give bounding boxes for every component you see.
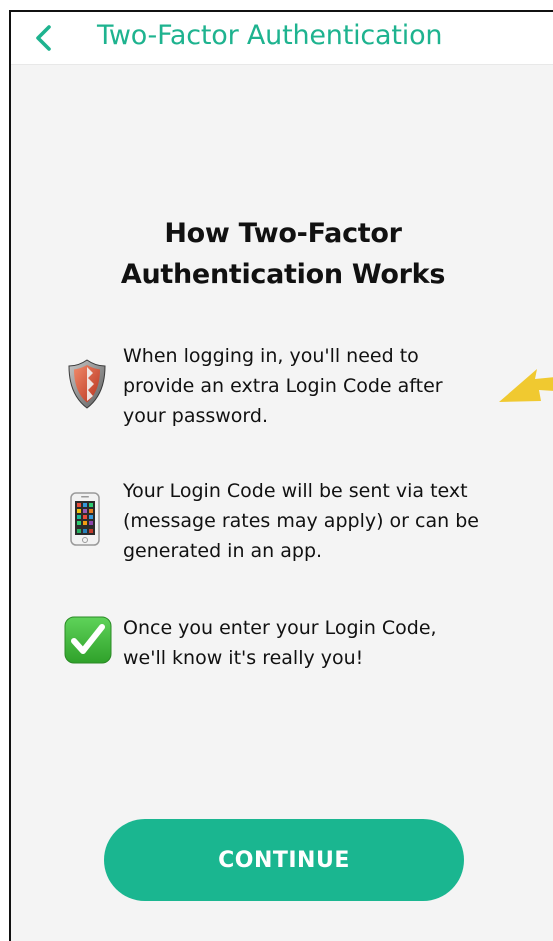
info-item: Once you enter your Login Code, we'll kn…	[123, 617, 437, 669]
nav-header: Two-Factor Authentication	[11, 12, 553, 65]
section-heading: How Two-Factor Authentication Works	[120, 218, 446, 290]
continue-button[interactable]: CONTINUE	[104, 819, 464, 901]
shield-icon	[63, 357, 111, 411]
checkmark-icon	[64, 616, 112, 664]
chevron-left-icon	[36, 25, 51, 51]
phone-icon	[69, 492, 103, 548]
annotation-arrow-icon	[497, 357, 553, 417]
info-item: Your Login Code will be sent via text (m…	[123, 480, 479, 562]
app-screen: Two-Factor Authentication How Two-Factor…	[9, 10, 553, 941]
page-title: Two-Factor Authentication	[97, 20, 443, 51]
back-button[interactable]	[25, 18, 59, 58]
info-item: When logging in, you'll need to provide …	[123, 345, 443, 427]
